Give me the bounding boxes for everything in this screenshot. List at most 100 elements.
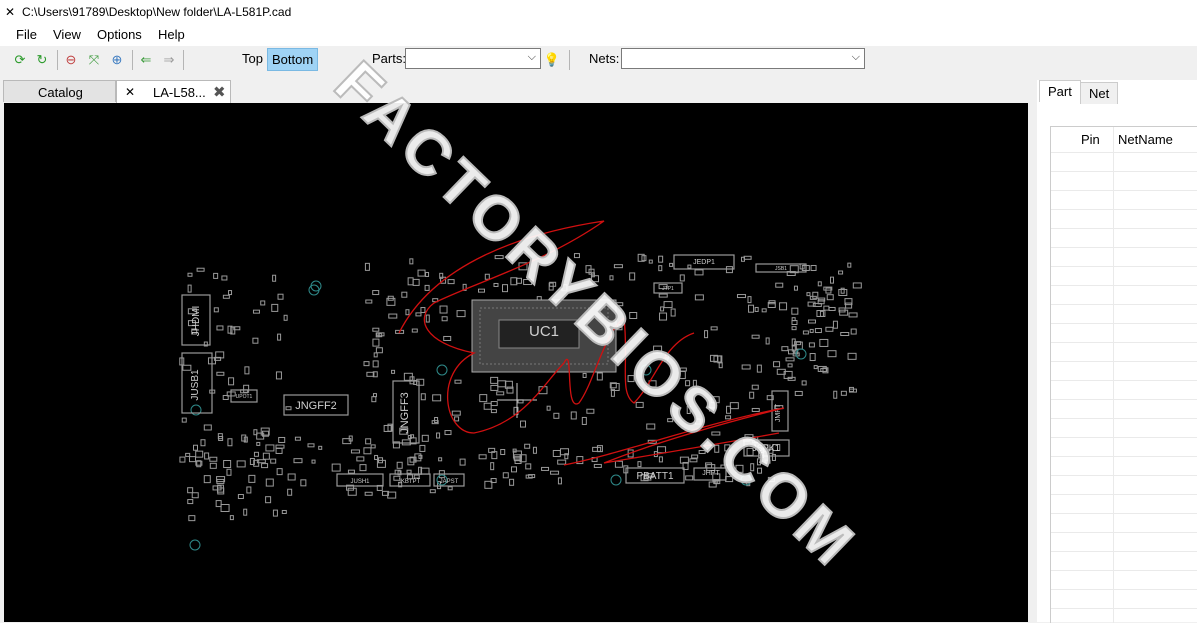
component-pad xyxy=(275,444,285,449)
back-arrow-icon[interactable]: ⇐ xyxy=(137,51,155,69)
parts-combo[interactable]: ⌵ xyxy=(405,48,541,69)
side-bottom-button[interactable]: Bottom xyxy=(267,48,319,71)
board-canvas[interactable]: UC1 JHDMI JUSB1 JNGFF2 JNGFF3 PBATT1 JHPT JUSH1… xyxy=(4,103,1028,622)
component-pad xyxy=(830,276,835,284)
component-pad xyxy=(847,262,852,268)
refresh-green-icon[interactable]: ⟳ xyxy=(11,51,29,69)
tab-catalog[interactable]: Catalog xyxy=(3,80,116,102)
component-pad xyxy=(372,360,379,368)
component-pad xyxy=(658,456,663,463)
grid-row-line xyxy=(1051,247,1197,248)
component-pad xyxy=(204,452,210,460)
component-pad xyxy=(663,301,673,309)
chevron-down-icon: ⌵ xyxy=(527,51,536,63)
component-pad xyxy=(441,316,448,322)
zoom-out-icon[interactable]: ⊖ xyxy=(62,51,80,69)
component-pad xyxy=(347,487,357,496)
component-pad xyxy=(781,346,789,352)
tab-board[interactable]: ✕ LA-L58... ✖ xyxy=(116,80,231,104)
component-pad xyxy=(364,262,370,271)
grid-row-line xyxy=(1051,418,1197,419)
board-label-jedp1: JEDP1 xyxy=(693,259,715,266)
title-bar: ✕ C:\Users\91789\Desktop\New folder\LA-L… xyxy=(0,0,1197,24)
grid-row-line xyxy=(1051,551,1197,552)
board-view[interactable]: UC1 JHDMI JUSB1 JNGFF2 JNGFF3 PBATT1 JHPT JUSH1… xyxy=(4,103,1028,622)
component-pad xyxy=(220,503,230,512)
component-pad xyxy=(216,325,224,331)
component-pad xyxy=(793,285,798,291)
component-pad xyxy=(825,326,834,332)
menu-view[interactable]: View xyxy=(53,27,81,42)
toolbar-separator xyxy=(569,50,570,70)
tab-net[interactable]: Net xyxy=(1080,82,1119,104)
close-icon[interactable]: ✖ xyxy=(213,83,226,101)
zoom-in-icon[interactable]: ⊕ xyxy=(108,51,126,69)
component-pad xyxy=(388,313,398,319)
grid-divider xyxy=(1113,127,1114,623)
component-pad xyxy=(670,308,676,317)
component-pad xyxy=(694,269,704,276)
component-pad xyxy=(187,499,194,505)
mounting-hole xyxy=(640,364,652,376)
component-pad xyxy=(236,460,246,468)
component-pad xyxy=(275,371,282,380)
component-pad xyxy=(637,461,642,468)
component-pad xyxy=(209,462,217,469)
component-pad xyxy=(785,357,795,362)
component-pad xyxy=(195,450,204,458)
component-pad xyxy=(241,434,247,442)
component-pad xyxy=(262,452,270,460)
component-pad xyxy=(750,463,755,472)
component-pad xyxy=(794,390,803,396)
component-pad xyxy=(370,444,376,449)
component-pad xyxy=(657,446,667,454)
component-pad xyxy=(679,274,685,282)
grid-row-line xyxy=(1051,304,1197,305)
component-pad xyxy=(179,456,186,463)
component-pad xyxy=(311,459,316,464)
component-pad xyxy=(808,342,815,348)
component-pad xyxy=(416,378,425,386)
component-pad xyxy=(497,380,507,388)
menu-file[interactable]: File xyxy=(16,27,37,42)
fit-view-icon[interactable]: ⤧ xyxy=(85,51,103,69)
component-pad xyxy=(838,288,848,296)
component-pad xyxy=(365,438,372,445)
document-tabs: Catalog ✕ LA-L58... ✖ xyxy=(0,80,1030,104)
nets-combo[interactable]: ⌵ xyxy=(621,48,865,69)
component-pad xyxy=(524,443,531,449)
component-pad xyxy=(265,496,272,504)
component-pad xyxy=(447,486,453,491)
rotate-green-icon[interactable]: ↻ xyxy=(33,51,51,69)
grid-row-line xyxy=(1051,171,1197,172)
component-pad xyxy=(412,278,420,286)
component-pad xyxy=(494,255,504,260)
board-label-jtp1: JTP1 xyxy=(662,286,674,292)
component-pad xyxy=(718,362,723,369)
forward-arrow-icon[interactable]: ⇒ xyxy=(160,51,178,69)
mounting-hole xyxy=(610,474,622,486)
component-pad xyxy=(581,416,587,425)
component-pad xyxy=(477,288,485,293)
component-pad xyxy=(252,337,259,344)
menu-options[interactable]: Options xyxy=(97,27,142,42)
component-pad xyxy=(751,334,760,339)
menu-help[interactable]: Help xyxy=(158,27,185,42)
component-pad xyxy=(659,312,668,321)
component-pad xyxy=(228,290,233,296)
component-pad xyxy=(213,272,219,279)
lightbulb-icon[interactable]: 💡 xyxy=(543,51,561,69)
component-pad xyxy=(838,270,844,275)
component-pad xyxy=(364,491,373,496)
component-pad xyxy=(771,453,776,461)
component-pad xyxy=(294,436,301,441)
tab-part[interactable]: Part xyxy=(1039,80,1081,102)
side-top-button[interactable]: Top xyxy=(238,48,267,69)
component-pad xyxy=(413,474,420,479)
component-pad xyxy=(692,379,697,388)
grid-row-line xyxy=(1051,380,1197,381)
component-pad xyxy=(751,384,759,390)
component-pad xyxy=(541,466,550,471)
component-pad xyxy=(407,435,412,440)
component-pad xyxy=(658,255,664,263)
